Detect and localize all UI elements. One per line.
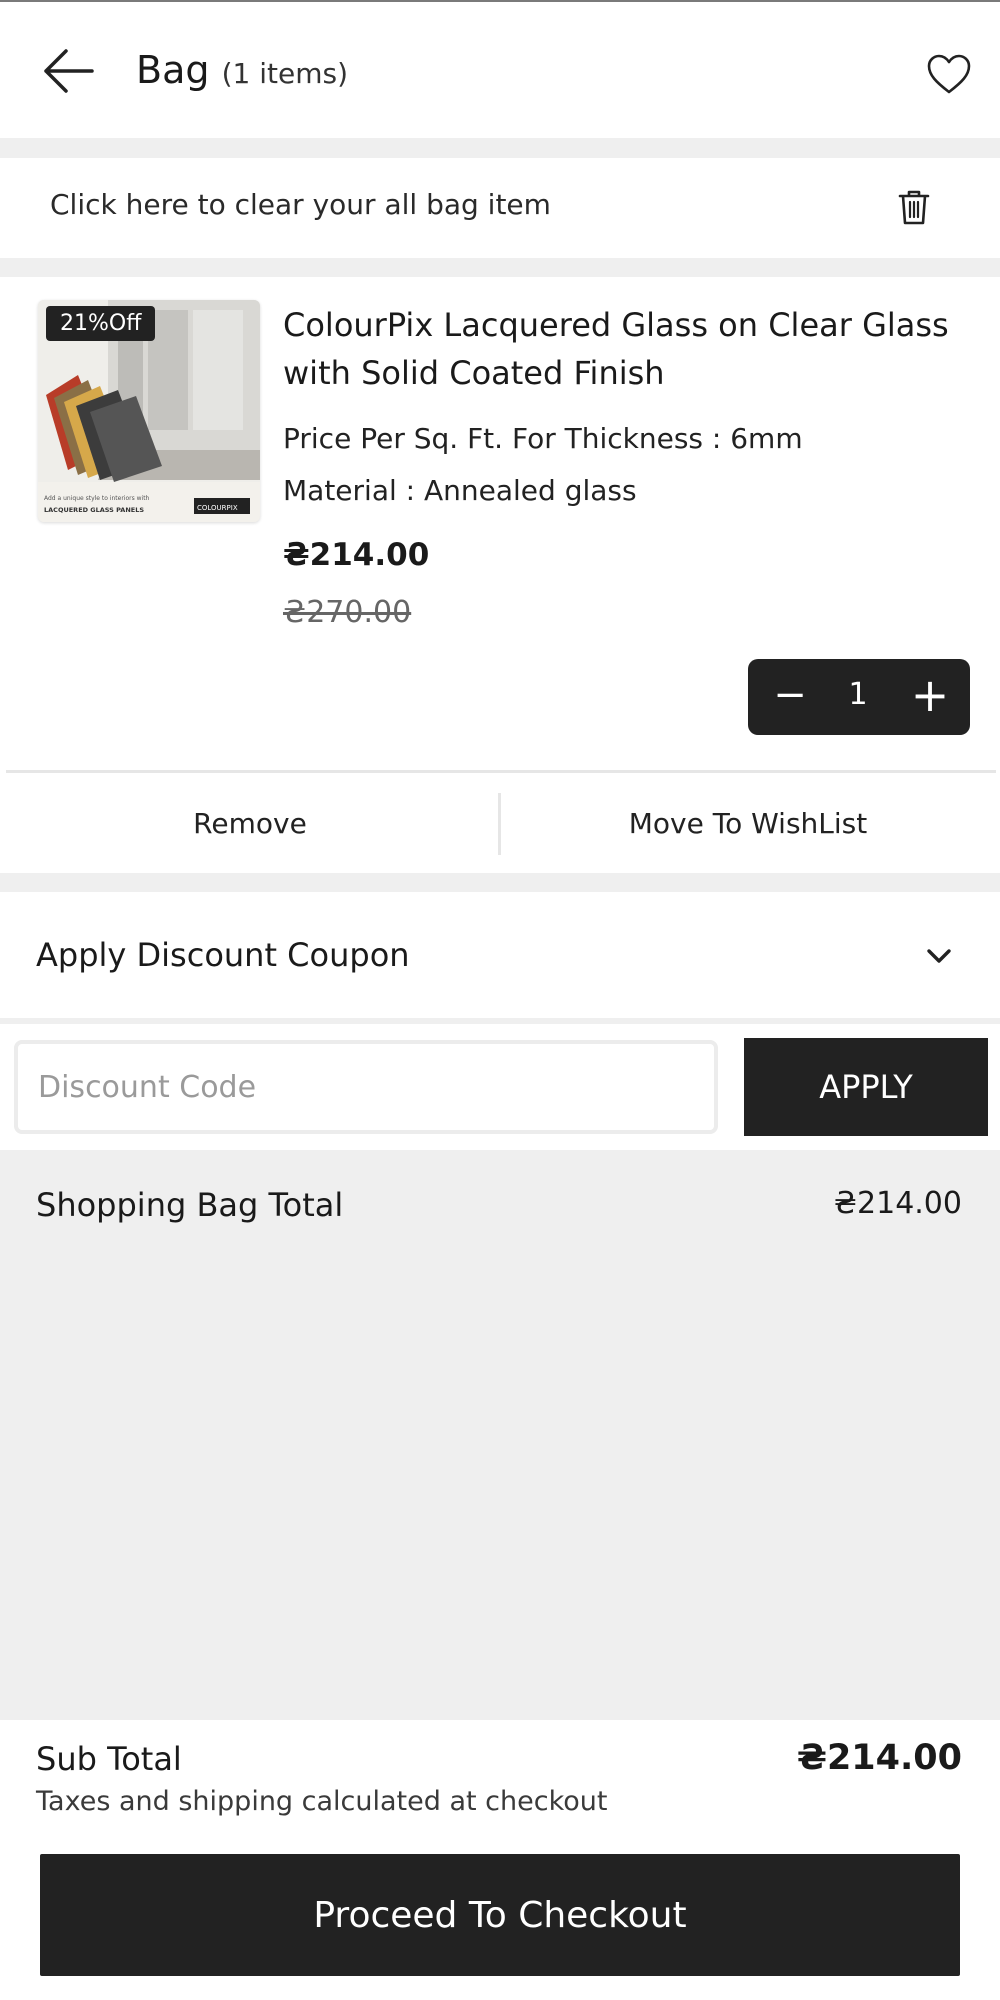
thumb-brand: COLOURPIX xyxy=(197,504,238,512)
subtotal-value: ₴214.00 xyxy=(796,1738,962,1778)
thumb-tagline: Add a unique style to interiors with xyxy=(44,495,150,502)
heart-icon[interactable] xyxy=(926,52,972,98)
quantity-decrease-button[interactable]: − xyxy=(770,673,810,721)
quantity-stepper: − 1 + xyxy=(748,659,970,735)
quantity-value: 1 xyxy=(848,677,868,712)
discount-code-row: APPLY xyxy=(0,1024,1000,1150)
clear-bag-bar[interactable]: Click here to clear your all bag item xyxy=(0,158,1000,258)
subtotal-label: Sub Total xyxy=(36,1740,182,1778)
clear-bag-text[interactable]: Click here to clear your all bag item xyxy=(50,188,551,221)
trash-icon[interactable] xyxy=(898,188,930,226)
page-title: Bag (1 items) xyxy=(136,48,348,92)
remove-item-button[interactable]: Remove xyxy=(0,773,500,873)
product-original-price: ₴270.00 xyxy=(283,595,412,630)
discount-coupon-toggle[interactable]: Apply Discount Coupon xyxy=(0,892,1000,1018)
bag-total-value: ₴214.00 xyxy=(833,1186,962,1221)
thumb-headline: LACQUERED GLASS PANELS xyxy=(44,506,144,514)
quantity-increase-button[interactable]: + xyxy=(906,671,954,721)
bag-total-label: Shopping Bag Total xyxy=(36,1186,344,1224)
bag-item-card: Add a unique style to interiors with LAC… xyxy=(0,277,1000,873)
arrow-left-icon[interactable] xyxy=(42,48,94,94)
product-name[interactable]: ColourPix Lacquered Glass on Clear Glass… xyxy=(283,301,983,397)
item-count: (1 items) xyxy=(221,57,348,90)
product-spec-thickness: Price Per Sq. Ft. For Thickness : 6mm xyxy=(283,422,803,455)
discount-code-input[interactable] xyxy=(14,1040,718,1134)
apply-coupon-button[interactable]: APPLY xyxy=(744,1038,988,1136)
discount-coupon-heading: Apply Discount Coupon xyxy=(36,936,410,974)
product-spec-material: Material : Annealed glass xyxy=(283,474,637,507)
checkout-footer: Sub Total ₴214.00 Taxes and shipping cal… xyxy=(0,1720,1000,2000)
product-thumbnail[interactable]: Add a unique style to interiors with LAC… xyxy=(38,300,260,522)
subtotal-note: Taxes and shipping calculated at checkou… xyxy=(36,1786,608,1817)
page-title-text: Bag xyxy=(136,48,210,92)
product-price: ₴214.00 xyxy=(283,537,430,573)
app-header: Bag (1 items) xyxy=(0,2,1000,138)
chevron-down-icon[interactable] xyxy=(924,944,954,968)
discount-badge: 21%Off xyxy=(46,306,156,341)
proceed-to-checkout-button[interactable]: Proceed To Checkout xyxy=(40,1854,960,1976)
move-to-wishlist-button[interactable]: Move To WishList xyxy=(500,773,996,873)
